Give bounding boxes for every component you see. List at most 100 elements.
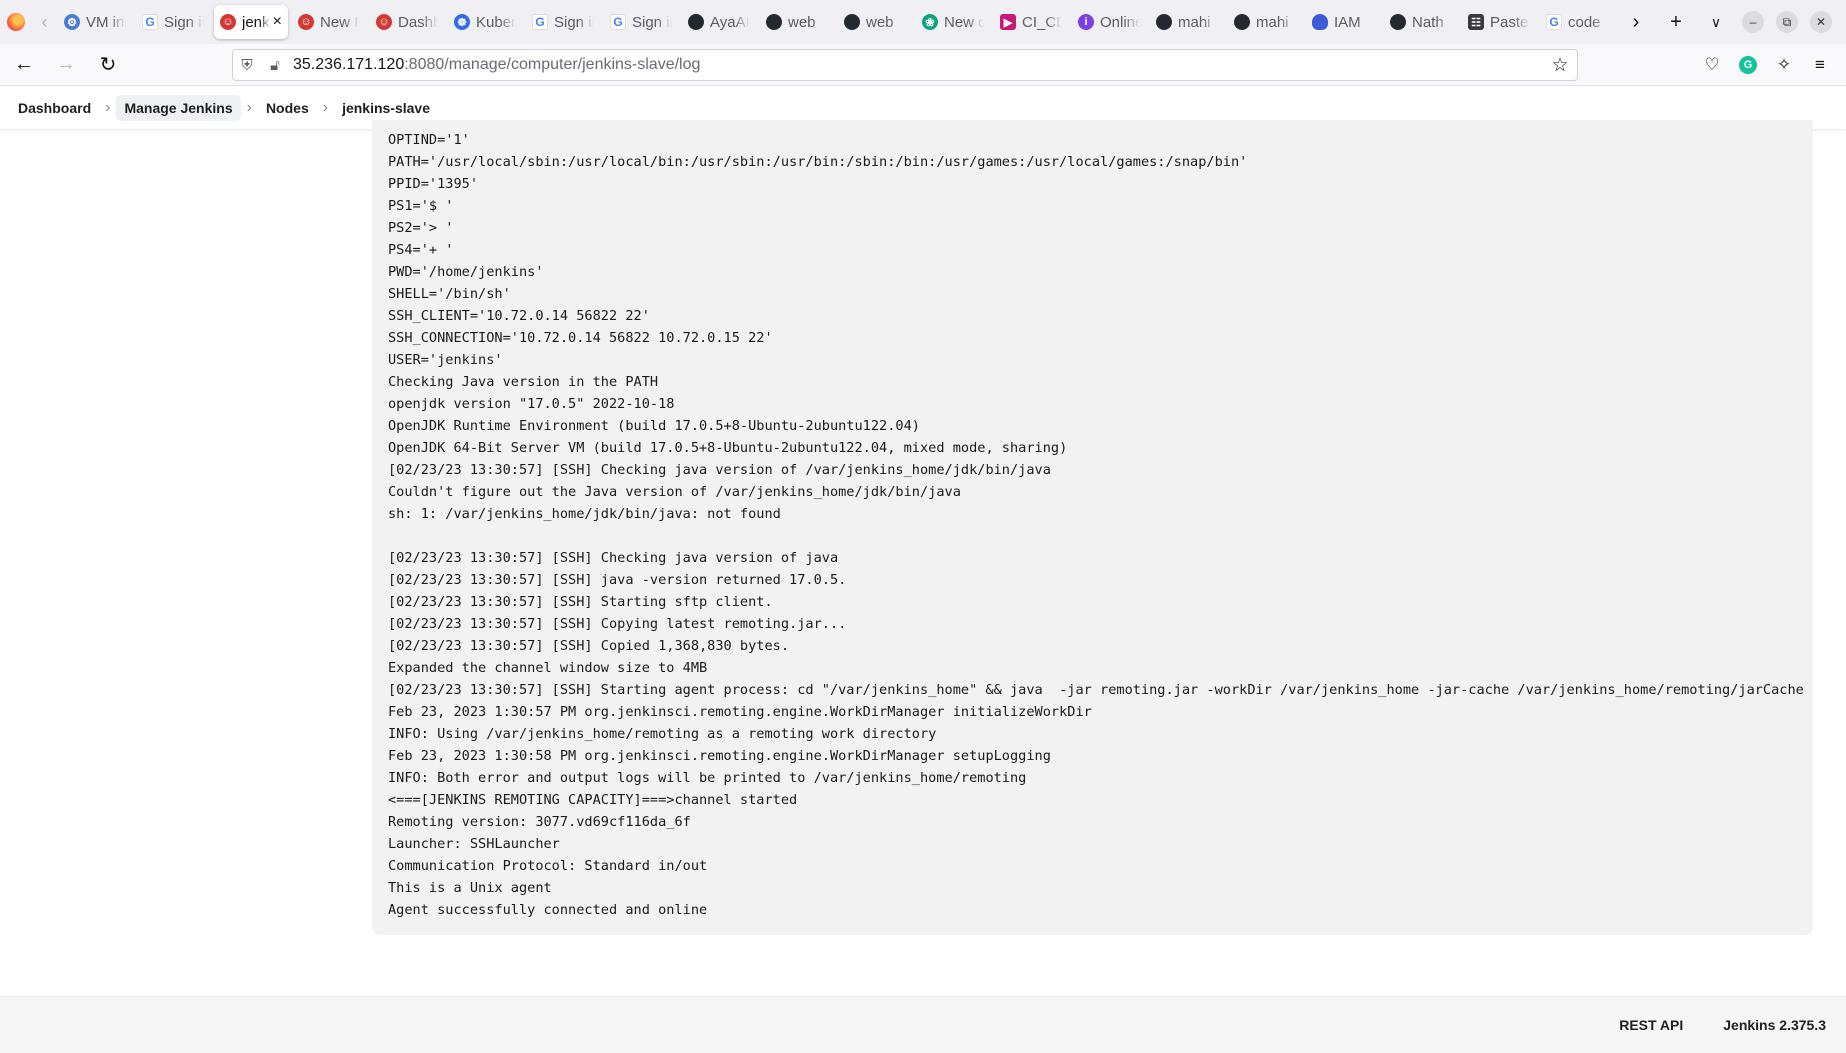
log-line: Feb 23, 2023 1:30:58 PM org.jenkinsci.re… bbox=[388, 748, 1051, 764]
browser-tab[interactable]: web bbox=[760, 5, 834, 39]
browser-tab[interactable]: mahi bbox=[1150, 5, 1224, 39]
iam-icon bbox=[1312, 14, 1328, 30]
firefox-menu-icon[interactable] bbox=[0, 0, 33, 44]
jenkins-icon: ☺ bbox=[376, 14, 392, 30]
browser-tab[interactable]: ☸ Kubernetes bbox=[448, 5, 522, 39]
shield-icon[interactable]: ⛨ bbox=[233, 50, 261, 80]
browser-tab[interactable]: Nath bbox=[1384, 5, 1458, 39]
browser-tab[interactable]: i Online bbox=[1072, 5, 1146, 39]
agent-log-output: OPTIND='1' PATH='/usr/local/sbin:/usr/loc… bbox=[372, 120, 1813, 935]
log-line: SSH_CONNECTION='10.72.0.14 56822 10.72.0… bbox=[388, 330, 773, 346]
github-icon bbox=[1156, 14, 1172, 30]
tab-title: Dashboard bbox=[398, 13, 438, 31]
minimize-window-button[interactable]: – bbox=[1736, 0, 1770, 44]
close-window-button[interactable]: ✕ bbox=[1804, 0, 1838, 44]
log-line: Agent successfully connected and online bbox=[388, 902, 708, 918]
browser-tab[interactable]: ❀ New chat bbox=[916, 5, 990, 39]
log-line: PPID='1395' bbox=[388, 176, 479, 192]
tab-title: web bbox=[788, 13, 816, 31]
rest-api-link[interactable]: REST API bbox=[1619, 1017, 1683, 1033]
browser-tab[interactable]: G Sign in bbox=[136, 5, 210, 39]
bookmark-star-icon[interactable]: ☆ bbox=[1543, 54, 1577, 77]
list-all-tabs-icon[interactable]: ∨ bbox=[1696, 0, 1736, 44]
log-line: USER='jenkins' bbox=[388, 352, 503, 368]
log-line: PS1='$ ' bbox=[388, 198, 454, 214]
breadcrumb-nodes[interactable]: Nodes bbox=[258, 95, 317, 121]
browser-tab[interactable]: ▶ CI_CD bbox=[994, 5, 1068, 39]
tab-title: IAM bbox=[1334, 13, 1361, 31]
tab-title: CI_CD bbox=[1022, 13, 1062, 31]
log-line: SSH_CLIENT='10.72.0.14 56822 22' bbox=[388, 308, 650, 324]
log-line: openjdk version "17.0.5" 2022-10-18 bbox=[388, 396, 675, 412]
restore-window-button[interactable]: ⧉ bbox=[1770, 0, 1804, 44]
github-icon bbox=[1390, 14, 1406, 30]
url-bar[interactable]: ⛨ 🔓︎ 35.236.171.120:8080/manage/computer… bbox=[232, 49, 1578, 81]
log-line: Communication Protocol: Standard in/out bbox=[388, 858, 708, 874]
google-icon: G bbox=[532, 14, 548, 30]
hamburger-menu-icon[interactable]: ≡ bbox=[1802, 47, 1838, 83]
log-line: Remoting version: 3077.vd69cf116da_6f bbox=[388, 814, 691, 830]
tab-scroll-left-icon[interactable]: ‹ bbox=[33, 0, 56, 44]
ci-icon: ▶ bbox=[1000, 14, 1016, 30]
log-line: OPTIND='1' bbox=[388, 132, 470, 148]
chevron-right-icon: › bbox=[322, 99, 329, 116]
browser-tab[interactable]: G Sign in bbox=[604, 5, 678, 39]
breadcrumb-dashboard[interactable]: Dashboard bbox=[10, 95, 99, 121]
jenkins-version-link[interactable]: Jenkins 2.375.3 bbox=[1723, 1017, 1826, 1033]
browser-tab[interactable]: ☺ Dashboard bbox=[370, 5, 444, 39]
log-line: [02/23/23 13:30:57] [SSH] Checking java … bbox=[388, 462, 1051, 478]
log-line: PS4='+ ' bbox=[388, 242, 454, 258]
log-line: Couldn't figure out the Java version of … bbox=[388, 484, 961, 500]
browser-tab[interactable]: AyaAI bbox=[682, 5, 756, 39]
log-line: [02/23/23 13:30:57] [SSH] Checking java … bbox=[388, 550, 839, 566]
tab-title: Online bbox=[1100, 13, 1140, 31]
forward-arrow-icon[interactable]: → bbox=[48, 47, 84, 83]
tab-scroll-right-icon[interactable]: › bbox=[1616, 0, 1656, 44]
reload-icon[interactable]: ↻ bbox=[90, 47, 126, 83]
close-tab-icon[interactable]: × bbox=[273, 13, 282, 31]
tab-title: New chat bbox=[944, 13, 984, 31]
browser-tab[interactable]: ⚙ VM instances bbox=[58, 5, 132, 39]
log-line: [02/23/23 13:30:57] [SSH] java -version … bbox=[388, 572, 847, 588]
breadcrumb-jenkins-slave[interactable]: jenkins-slave bbox=[334, 95, 438, 121]
browser-tab[interactable]: web bbox=[838, 5, 912, 39]
github-icon bbox=[766, 14, 782, 30]
log-line: Checking Java version in the PATH bbox=[388, 374, 659, 390]
log-line: Launcher: SSHLauncher bbox=[388, 836, 560, 852]
browser-tab[interactable]: mahi bbox=[1228, 5, 1302, 39]
browser-tab[interactable]: ☺ jenkins-slave log× bbox=[214, 5, 288, 39]
extensions-puzzle-icon[interactable]: ✧ bbox=[1766, 47, 1802, 83]
chevron-right-icon: › bbox=[105, 99, 111, 116]
tab-title: code bbox=[1568, 13, 1601, 31]
browser-tab[interactable]: G Sign in bbox=[526, 5, 600, 39]
insecure-lock-icon[interactable]: 🔓︎ bbox=[261, 50, 289, 80]
back-arrow-icon[interactable]: ← bbox=[6, 47, 42, 83]
browser-tab[interactable]: ☺ New Item bbox=[292, 5, 366, 39]
browser-tab[interactable]: IAM bbox=[1306, 5, 1380, 39]
new-tab-icon[interactable]: + bbox=[1656, 0, 1696, 44]
log-line: OpenJDK 64-Bit Server VM (build 17.0.5+8… bbox=[388, 440, 1068, 456]
browser-tab[interactable]: Gcode bbox=[1540, 5, 1614, 39]
google-icon: G bbox=[142, 14, 158, 30]
log-line: INFO: Using /var/jenkins_home/remoting a… bbox=[388, 726, 937, 742]
google-icon: G bbox=[610, 14, 626, 30]
grammarly-extension-icon[interactable]: G bbox=[1730, 47, 1766, 83]
page-footer: REST API Jenkins 2.375.3 bbox=[0, 996, 1846, 1053]
browser-tab[interactable]: ☷ Paste bbox=[1462, 5, 1536, 39]
log-line: PS2='> ' bbox=[388, 220, 454, 236]
url-text[interactable]: 35.236.171.120:8080/manage/computer/jenk… bbox=[293, 56, 700, 74]
tab-title: Kubernetes bbox=[476, 13, 516, 31]
log-line: [02/23/23 13:30:57] [SSH] Copying latest… bbox=[388, 616, 847, 632]
paste-icon: ☷ bbox=[1468, 14, 1484, 30]
pocket-icon[interactable]: ♡ bbox=[1694, 47, 1730, 83]
breadcrumb-manage-jenkins[interactable]: Manage Jenkins bbox=[116, 95, 241, 121]
vm-icon: ⚙ bbox=[64, 14, 80, 30]
tab-title: web bbox=[866, 13, 894, 31]
tab-title: Sign in bbox=[632, 13, 672, 31]
log-line: [02/23/23 13:30:57] [SSH] Copied 1,368,8… bbox=[388, 638, 790, 654]
tab-title: AyaAI bbox=[710, 13, 750, 31]
tab-title: Paste bbox=[1490, 13, 1529, 31]
log-line: INFO: Both error and output logs will be… bbox=[388, 770, 1027, 786]
online-icon: i bbox=[1078, 14, 1094, 30]
